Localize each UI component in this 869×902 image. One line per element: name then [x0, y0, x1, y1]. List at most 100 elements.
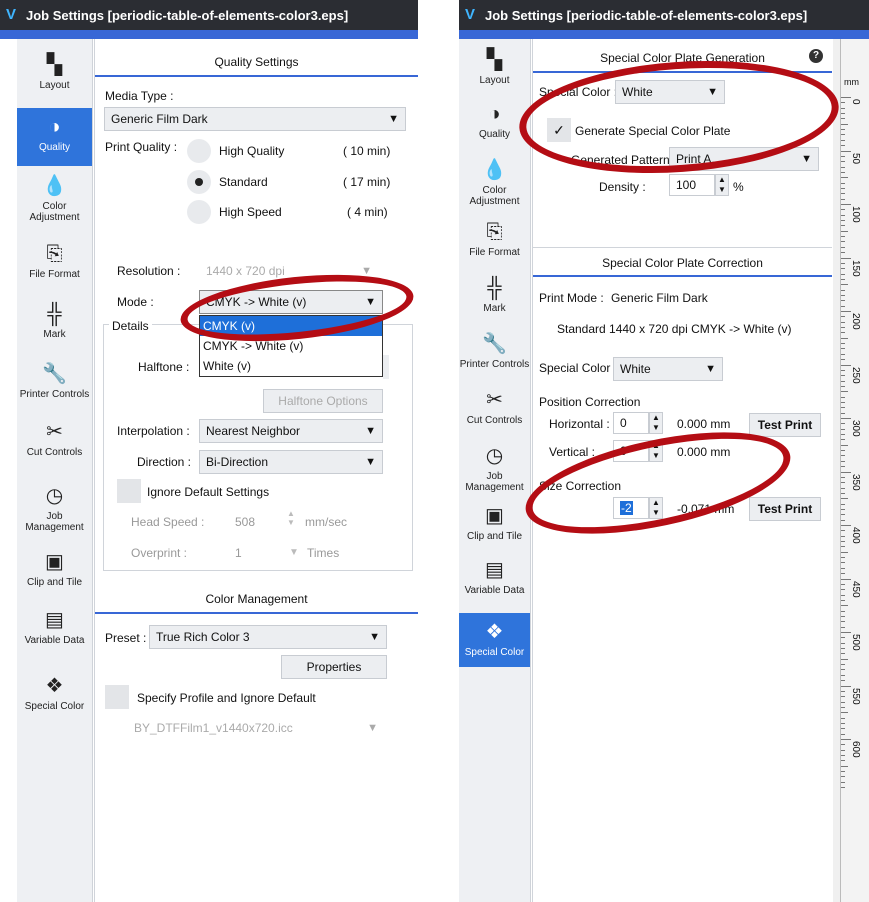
chevron-down-icon: ▼ — [289, 547, 299, 558]
nav-layout[interactable]: ▚ Layout — [459, 47, 530, 95]
radio-standard[interactable] — [187, 170, 211, 194]
horizontal-input[interactable]: 0 — [613, 412, 649, 434]
window-title: Job Settings [periodic-table-of-elements… — [485, 8, 808, 23]
overprint-value: 1 — [235, 546, 242, 560]
ruler-tick — [841, 632, 851, 633]
direction-label: Direction : — [137, 455, 192, 469]
ruler-minor-tick — [841, 294, 845, 296]
properties-button[interactable]: Properties — [281, 655, 387, 679]
nav-printer-controls[interactable]: 🔧 Printer Controls — [17, 361, 92, 417]
ruler-minor-tick — [841, 551, 848, 553]
nav-job-management[interactable]: ◷ Job Management — [459, 443, 530, 493]
profile-select: BY_DTFFilm1_v1440x720.icc ▼ — [127, 716, 385, 740]
nav-cut-controls[interactable]: ✂ Cut Controls — [17, 419, 92, 475]
ruler-minor-tick — [841, 246, 845, 248]
media-type-label: Media Type : — [105, 89, 174, 103]
ruler-minor-tick — [841, 503, 845, 505]
ruler-minor-tick — [841, 113, 845, 115]
help-icon[interactable]: ? — [809, 49, 823, 63]
wrench-icon: 🔧 — [482, 333, 507, 355]
section-header-color-management: Color Management — [95, 584, 418, 614]
clip-tile-icon: ▣ — [45, 551, 64, 573]
nav-label: File Format — [29, 269, 80, 280]
nav-mark[interactable]: ╬ Mark — [459, 275, 530, 323]
specify-profile-checkbox[interactable] — [105, 685, 129, 709]
ruler-minor-tick — [841, 428, 845, 430]
preset-select[interactable]: True Rich Color 3 ▼ — [149, 625, 387, 649]
nav-file-format[interactable]: ⎘ File Format — [17, 241, 92, 291]
density-input[interactable]: 100 — [669, 174, 715, 196]
ruler-unit: mm — [844, 77, 859, 87]
nav-file-format[interactable]: ⎘ File Format — [459, 219, 530, 267]
ruler-tick — [841, 311, 851, 312]
radio-high-speed[interactable] — [187, 200, 211, 224]
ruler-minor-tick — [841, 225, 845, 227]
horizontal-mm: 0.000 mm — [677, 417, 731, 431]
halftone-select[interactable] — [383, 355, 389, 379]
ruler-minor-tick — [841, 129, 845, 131]
overprint-label: Overprint : — [131, 546, 188, 560]
ruler-minor-tick — [841, 353, 845, 355]
clock-icon: ◷ — [485, 445, 504, 467]
ruler-minor-tick — [841, 776, 845, 778]
chevron-down-icon: ▼ — [801, 153, 812, 165]
nav-color-adjustment[interactable]: 💧 Color Adjustment — [17, 173, 92, 231]
horizontal-label: Horizontal : — [549, 417, 610, 431]
nav-printer-controls[interactable]: 🔧 Printer Controls — [459, 331, 530, 385]
test-print-button[interactable]: Test Print — [749, 413, 821, 437]
specify-profile-label: Specify Profile and Ignore Default — [137, 691, 316, 705]
ruler-minor-tick — [841, 487, 845, 489]
ruler-minor-tick — [841, 220, 845, 222]
ruler-minor-tick — [841, 102, 845, 104]
ruler-minor-tick — [841, 209, 845, 211]
nav-mark[interactable]: ╬ Mark — [17, 301, 92, 351]
ruler-minor-tick — [841, 241, 845, 243]
horizontal-stepper[interactable]: ▲ ▼ — [649, 412, 663, 434]
correction-special-color-select[interactable]: White ▼ — [613, 357, 723, 381]
nav-label: Layout — [479, 75, 510, 86]
mode-option[interactable]: White (v) — [200, 356, 382, 376]
high-speed-label: High Speed — [219, 205, 282, 219]
mode-description: Standard 1440 x 720 dpi CMYK -> White (v… — [557, 322, 792, 336]
ruler-label: 100 — [850, 206, 861, 223]
color-adjustment-icon: 💧 — [42, 175, 67, 197]
nav-job-management[interactable]: ◷ Job Management — [17, 483, 92, 539]
nav-special-color[interactable]: ❖ Special Color — [459, 613, 530, 667]
interpolation-select[interactable]: Nearest Neighbor ▼ — [199, 419, 383, 443]
ruler-minor-tick — [841, 701, 845, 703]
nav-quality[interactable]: ◑ Quality — [17, 108, 92, 166]
details-label: Details — [109, 319, 152, 333]
scissors-icon: ✂ — [486, 389, 503, 411]
nav-cut-controls[interactable]: ✂ Cut Controls — [459, 387, 530, 441]
nav-variable-data[interactable]: ▤ Variable Data — [17, 607, 92, 663]
size-test-print-button[interactable]: Test Print — [749, 497, 821, 521]
clock-icon: ◷ — [45, 485, 64, 507]
ruler-minor-tick — [841, 557, 845, 559]
ruler-minor-tick — [841, 139, 845, 141]
sidebar: ▚ Layout ◑ Quality 💧 Color Adjustment ⎘ … — [17, 39, 93, 902]
nav-label: Color Adjustment — [29, 201, 80, 223]
ruler-minor-tick — [841, 648, 845, 650]
nav-variable-data[interactable]: ▤ Variable Data — [459, 557, 530, 613]
right-window: V Job Settings [periodic-table-of-elemen… — [459, 0, 869, 902]
ruler-minor-tick — [841, 434, 845, 436]
ruler-minor-tick — [841, 599, 845, 601]
ruler-minor-tick — [841, 123, 848, 125]
nav-color-adjustment[interactable]: 💧 Color Adjustment — [459, 157, 530, 213]
nav-layout[interactable]: ▚ Layout — [17, 52, 92, 102]
nav-clip-and-tile[interactable]: ▣ Clip and Tile — [17, 549, 92, 597]
ruler-label: 0 — [850, 99, 861, 105]
ignore-default-checkbox[interactable] — [117, 479, 141, 503]
ruler-minor-tick — [841, 327, 845, 329]
ruler-tick — [841, 257, 851, 259]
ruler-minor-tick — [841, 412, 845, 414]
ruler-minor-tick — [841, 321, 845, 323]
quality-icon: ◑ — [48, 116, 61, 138]
radio-high-quality[interactable] — [187, 139, 211, 163]
media-type-select[interactable]: Generic Film Dark ▼ — [104, 107, 406, 131]
direction-select[interactable]: Bi-Direction ▼ — [199, 450, 383, 474]
density-stepper[interactable]: ▲ ▼ — [715, 174, 729, 196]
nav-special-color[interactable]: ❖ Special Color — [17, 673, 92, 717]
nav-label: Clip and Tile — [466, 531, 523, 542]
nav-clip-and-tile[interactable]: ▣ Clip and Tile — [459, 503, 530, 551]
